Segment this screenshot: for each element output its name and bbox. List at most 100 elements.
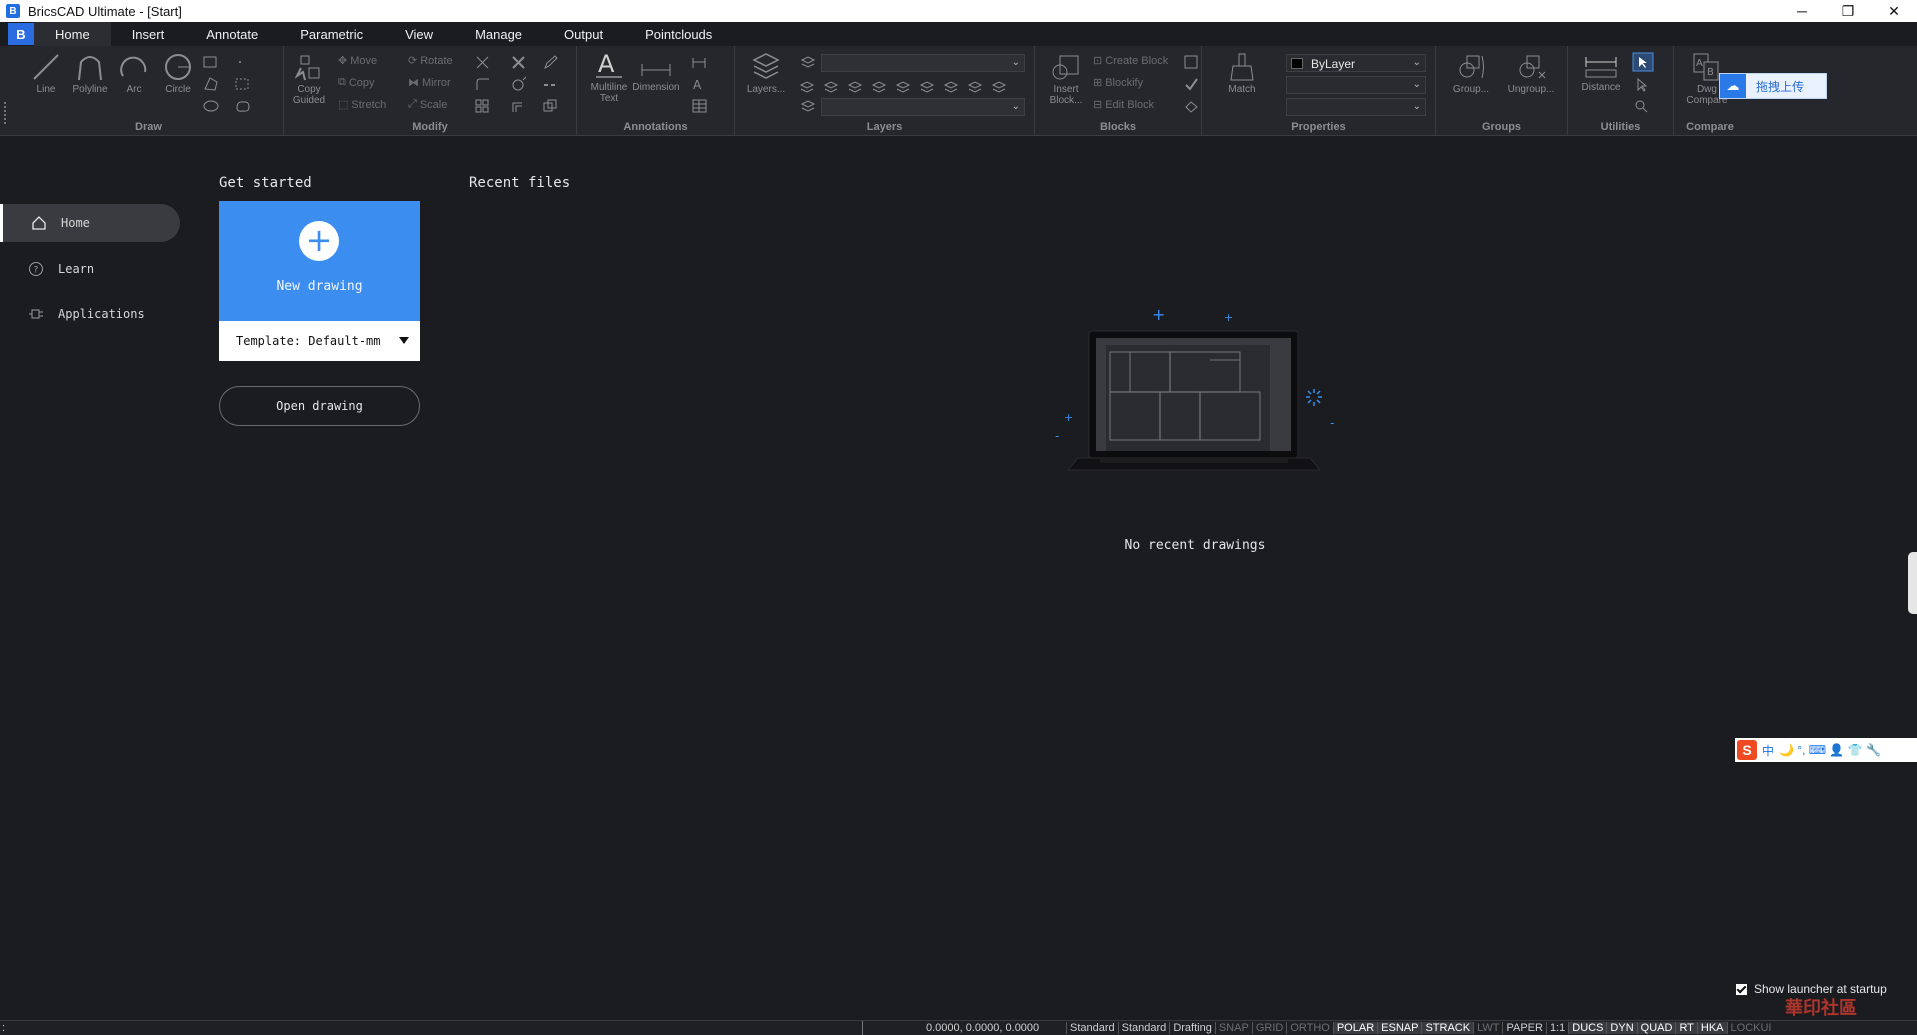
side-panel-handle[interactable] [1908, 552, 1917, 614]
status-toggle-standard[interactable]: Standard [1066, 1022, 1118, 1034]
multiline-text-tool[interactable]: A Multiline Text [589, 50, 629, 104]
status-toggle-ortho[interactable]: ORTHO [1286, 1022, 1333, 1034]
layer-tools-row[interactable] [799, 77, 1019, 95]
text-style-icon[interactable]: A [691, 76, 711, 92]
status-toggle-drafting[interactable]: Drafting [1169, 1022, 1215, 1034]
match-tool[interactable]: Match [1222, 52, 1262, 95]
status-toggle-quad[interactable]: QUAD [1636, 1022, 1676, 1034]
distance-tool[interactable]: Distance [1578, 54, 1624, 93]
scale-tool[interactable]: ⤢ Scale [408, 98, 447, 111]
revcloud-icon[interactable] [234, 98, 254, 114]
line-tool[interactable]: Line [26, 52, 66, 95]
offset-icon[interactable] [510, 98, 530, 114]
boundary-icon[interactable] [234, 76, 254, 92]
minimize-button[interactable]: ─ [1779, 0, 1825, 22]
select-all-icon[interactable] [1632, 52, 1654, 72]
nav-home[interactable]: Home [0, 204, 180, 242]
find-icon[interactable] [1632, 98, 1652, 114]
layer-match-icon[interactable] [799, 98, 819, 114]
linetype-icon[interactable] [542, 76, 562, 92]
status-toggle-rt[interactable]: RT [1675, 1022, 1697, 1034]
layers-tool[interactable]: Layers... [743, 52, 789, 95]
trim-icon[interactable] [474, 54, 494, 70]
tab-output[interactable]: Output [543, 22, 624, 46]
status-toggle-strack[interactable]: STRACK [1421, 1022, 1474, 1034]
block-attr-icon[interactable] [1183, 54, 1203, 70]
ime-mode-text[interactable]: 中 [1762, 742, 1774, 759]
tab-pointclouds[interactable]: Pointclouds [624, 22, 733, 46]
lineweight-combo[interactable]: ⌄ [1286, 98, 1426, 116]
upload-button[interactable]: ☁ 拖拽上传 [1719, 73, 1827, 99]
new-drawing-button[interactable]: + New drawing [219, 201, 420, 321]
template-select[interactable]: Template: Default-mm [219, 321, 420, 361]
copy-tool[interactable]: ⧉ Copy [338, 76, 375, 89]
ime-toolbar[interactable]: S 中 🌙 °, ⌨ 👤 👕 🔧 [1735, 738, 1917, 762]
copy-guided-tool[interactable]: Copy Guided [288, 54, 330, 106]
color-combo[interactable]: ByLayer ⌄ [1286, 54, 1426, 72]
checkbox-checked[interactable] [1736, 983, 1747, 995]
blockify-tool[interactable]: ⊞ Blockify [1093, 76, 1143, 90]
nav-learn[interactable]: ? Learn [0, 250, 180, 288]
status-toggle-polar[interactable]: POLAR [1332, 1022, 1378, 1034]
status-toggle-snap[interactable]: SNAP [1214, 1022, 1252, 1034]
stretch-tool[interactable]: ⬚ Stretch [338, 98, 386, 112]
fillet-icon[interactable] [474, 76, 494, 92]
block-edit-icon[interactable] [1183, 76, 1203, 92]
tab-parametric[interactable]: Parametric [279, 22, 384, 46]
nav-applications[interactable]: Applications [0, 295, 180, 333]
tab-home[interactable]: Home [34, 22, 111, 46]
edit-block-tool[interactable]: ⊟ Edit Block [1093, 98, 1154, 112]
command-prompt[interactable]: : [2, 1022, 5, 1034]
status-toggle-grid[interactable]: GRID [1251, 1022, 1287, 1034]
close-button[interactable]: ✕ [1871, 0, 1917, 22]
restore-button[interactable]: ❐ [1825, 0, 1871, 22]
ellipse-icon[interactable] [202, 98, 222, 114]
tab-manage[interactable]: Manage [454, 22, 543, 46]
create-block-tool[interactable]: ⊡ Create Block [1093, 54, 1168, 68]
array-icon[interactable] [474, 98, 494, 114]
rectangle-icon[interactable] [202, 54, 222, 70]
explode-icon[interactable] [510, 76, 530, 92]
status-toggle-1-1[interactable]: 1:1 [1545, 1022, 1568, 1034]
status-toggle-dyn[interactable]: DYN [1606, 1022, 1637, 1034]
polyline-tool[interactable]: Polyline [70, 52, 110, 95]
status-toggle-ducs[interactable]: DUCS [1568, 1022, 1607, 1034]
mirror-tool[interactable]: ⧓ Mirror [408, 76, 451, 90]
polygon-icon[interactable] [202, 76, 222, 92]
tab-annotate[interactable]: Annotate [185, 22, 279, 46]
ribbon-grip[interactable] [4, 102, 7, 124]
point-icon[interactable] [234, 54, 254, 70]
linetype-combo[interactable]: ⌄ [1286, 76, 1426, 94]
ime-symbols[interactable]: 🌙 °, ⌨ 👤 👕 🔧 [1779, 743, 1881, 757]
app-menu-button[interactable]: B [8, 23, 34, 45]
group-tool[interactable]: Group... [1444, 52, 1498, 95]
leader-icon[interactable] [691, 54, 711, 70]
tab-insert[interactable]: Insert [111, 22, 186, 46]
layer-combo-top[interactable]: ⌄ [821, 54, 1025, 72]
status-toggle-esnap[interactable]: ESNAP [1377, 1022, 1422, 1034]
open-drawing-button[interactable]: Open drawing [219, 386, 420, 426]
edit-icon[interactable] [542, 54, 562, 70]
erase-icon[interactable] [510, 54, 530, 70]
layer-combo-bottom[interactable]: ⌄ [821, 98, 1025, 116]
distance-label: Distance [1581, 82, 1621, 93]
join-icon[interactable] [542, 98, 562, 114]
circle-tool[interactable]: Circle [158, 52, 198, 95]
dimension-tool[interactable]: Dimension [631, 60, 681, 93]
move-tool[interactable]: ✥ Move [338, 54, 377, 68]
status-toggle-lwt[interactable]: LWT [1473, 1022, 1502, 1034]
ungroup-tool[interactable]: Ungroup... [1500, 52, 1562, 95]
status-toggle-standard[interactable]: Standard [1117, 1022, 1170, 1034]
polyline-icon [78, 56, 102, 81]
quick-select-icon[interactable] [1632, 76, 1652, 92]
status-toggle-hka[interactable]: HKA [1696, 1022, 1727, 1034]
arc-tool[interactable]: Arc [114, 52, 154, 95]
insert-block-tool[interactable]: Insert Block... [1043, 52, 1089, 106]
layer-state-icon[interactable] [799, 54, 819, 70]
table-icon[interactable] [691, 98, 711, 114]
status-toggle-paper[interactable]: PAPER [1502, 1022, 1545, 1034]
block-sync-icon[interactable] [1183, 98, 1203, 114]
status-toggle-lockui[interactable]: LOCKUI [1726, 1022, 1775, 1034]
tab-view[interactable]: View [384, 22, 454, 46]
rotate-tool[interactable]: ⟳ Rotate [408, 54, 453, 68]
